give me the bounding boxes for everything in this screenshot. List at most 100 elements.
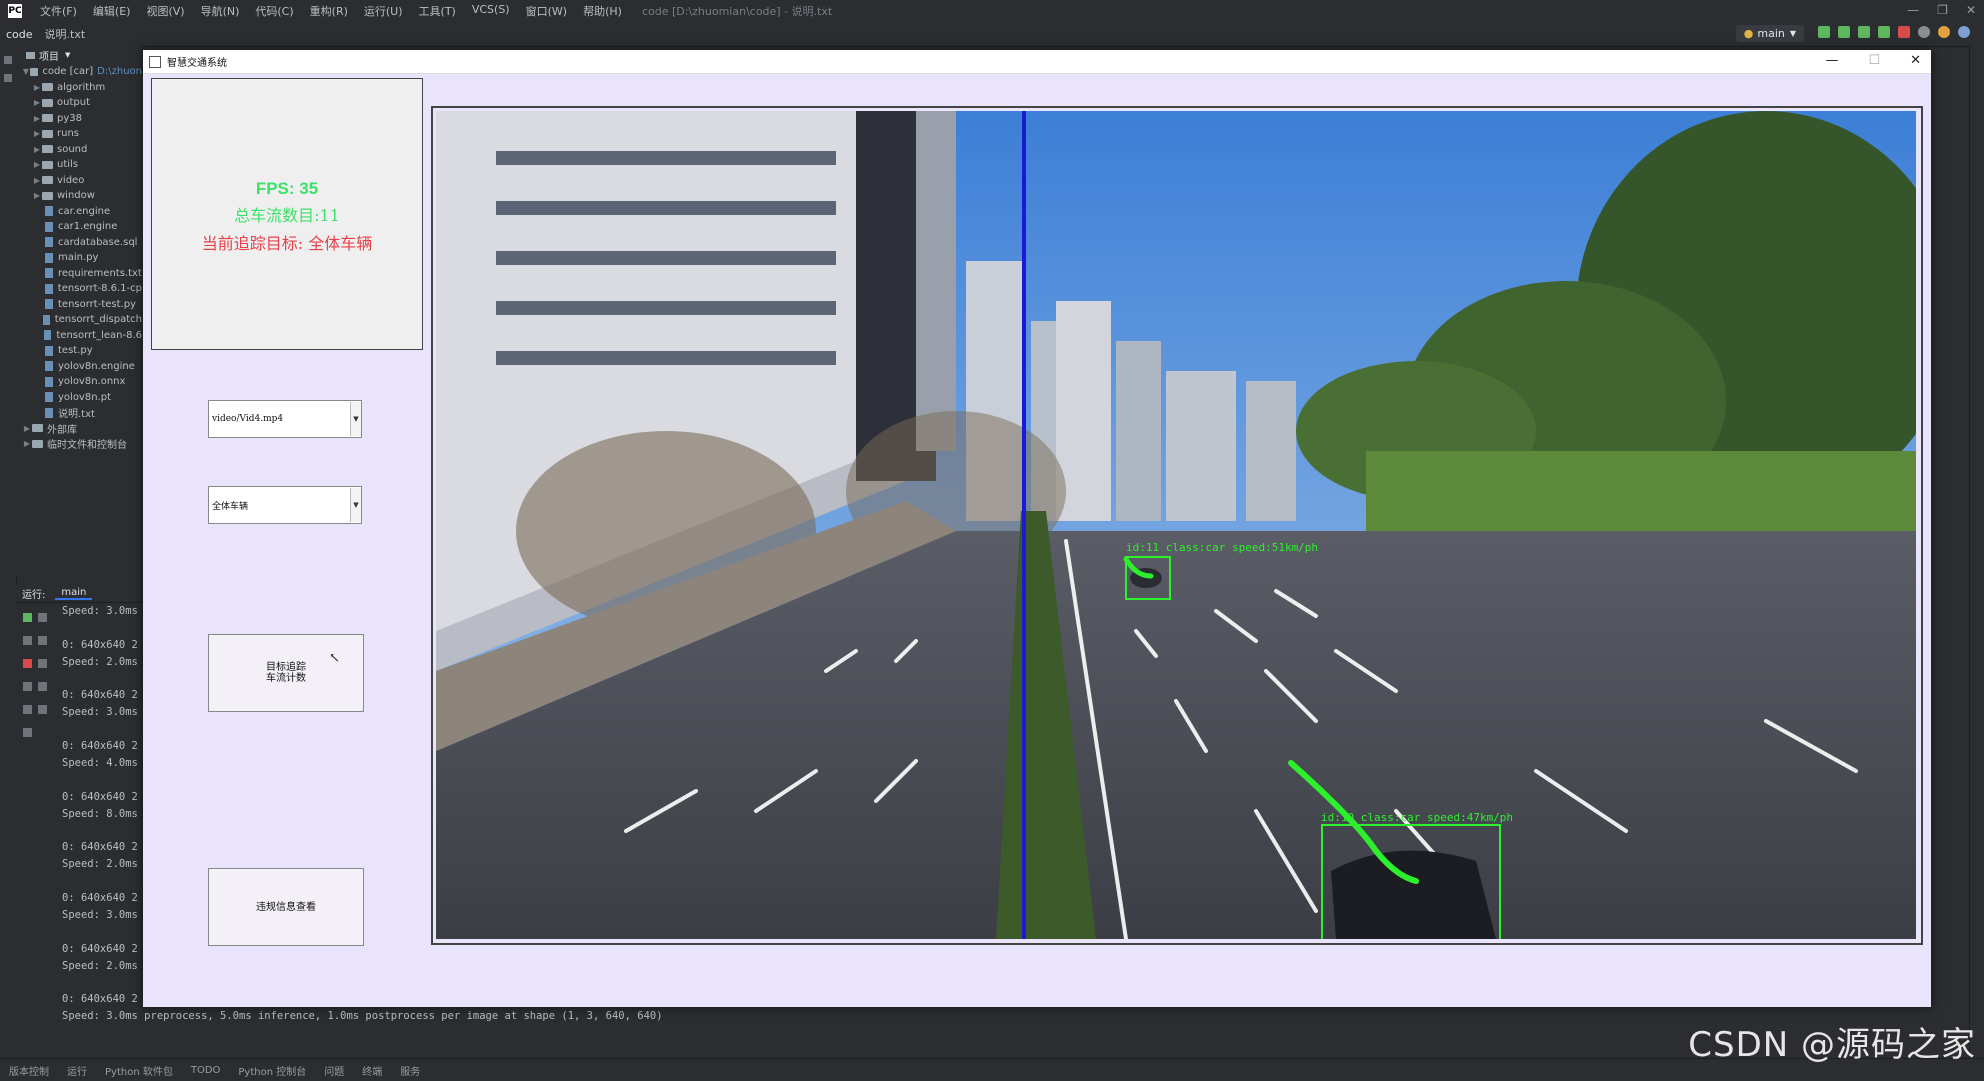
stop-icon[interactable]	[23, 659, 32, 668]
video-source-value: video/Vid4.mp4	[212, 414, 284, 424]
run-config-select[interactable]: ● main ▼	[1735, 25, 1804, 42]
rerun-icon[interactable]	[1818, 26, 1830, 38]
track-count-button[interactable]: 目标追踪 车流计数 ↖	[208, 634, 364, 712]
project-tree-item[interactable]: ▶ sound	[16, 142, 142, 158]
maximize-icon[interactable]: ❐	[1937, 3, 1948, 17]
project-tree-item[interactable]: tensorrt_lean-8.6	[16, 328, 142, 344]
project-tree-item[interactable]: ▶ window	[16, 188, 142, 204]
project-tree-item[interactable]: ▶ runs	[16, 126, 142, 142]
project-tree-item[interactable]: car1.engine	[16, 219, 142, 235]
file-icon	[44, 330, 52, 341]
project-tree-item[interactable]: ▶ py38	[16, 111, 142, 127]
video-source-select[interactable]: video/Vid4.mp4 ▼	[208, 400, 362, 438]
project-panel-header[interactable]: 项目 ▼	[16, 46, 142, 64]
bottom-tool-tab[interactable]: 版本控制	[0, 1063, 58, 1078]
menu-item[interactable]: VCS(S)	[464, 3, 518, 19]
chevron-down-icon[interactable]: ▼	[350, 402, 361, 436]
debug-icon[interactable]	[1838, 26, 1850, 38]
bottom-tool-tab[interactable]: 问题	[315, 1063, 353, 1078]
project-tree-item[interactable]: tensorrt-8.6.1-cp	[16, 281, 142, 297]
breadcrumb-file[interactable]: 说明.txt	[39, 26, 92, 42]
menu-item[interactable]: 工具(T)	[411, 3, 464, 19]
menu-item[interactable]: 代码(C)	[247, 3, 301, 19]
chevron-right-icon[interactable]: ▶	[22, 424, 32, 433]
close-icon[interactable]: ✕	[1966, 3, 1976, 17]
profile-icon[interactable]	[1878, 26, 1890, 38]
chevron-right-icon[interactable]: ▶	[32, 98, 42, 107]
project-tree-item[interactable]: tensorrt-test.py	[16, 297, 142, 313]
down-arrow-icon[interactable]	[38, 636, 47, 645]
project-tree-item[interactable]: test.py	[16, 343, 142, 359]
menu-item[interactable]: 运行(U)	[356, 3, 411, 19]
project-tree-item[interactable]: requirements.txt	[16, 266, 142, 282]
violation-info-button[interactable]: 违规信息查看	[208, 868, 364, 946]
bottom-tool-tab[interactable]: Python 控制台	[229, 1063, 315, 1078]
project-tool-icon[interactable]	[4, 56, 12, 64]
bottom-tool-tab[interactable]: TODO	[182, 1065, 230, 1076]
chevron-down-icon[interactable]: ▼	[22, 67, 30, 76]
project-tree-item[interactable]: ▼ code [car] D:\zhuon	[16, 64, 142, 80]
trash-icon[interactable]	[23, 728, 32, 737]
project-tree-item[interactable]: ▶ algorithm	[16, 80, 142, 96]
menu-item[interactable]: 帮助(H)	[575, 3, 630, 19]
target-class-select[interactable]: 全体车辆 ▼	[208, 486, 362, 524]
project-tree-item[interactable]: 说明.txt	[16, 405, 142, 421]
menu-item[interactable]: 窗口(W)	[518, 3, 575, 19]
project-tree-item[interactable]: ▶ utils	[16, 157, 142, 173]
rerun-icon[interactable]	[23, 613, 32, 622]
bottom-tool-tab[interactable]: 服务	[391, 1063, 429, 1078]
minimize-icon[interactable]: —	[1907, 3, 1919, 17]
chevron-down-icon[interactable]: ▼	[350, 488, 361, 522]
breadcrumb-project[interactable]: code	[0, 28, 39, 41]
app-title: 智慧交通系统	[167, 58, 227, 69]
chevron-right-icon[interactable]: ▶	[32, 114, 42, 123]
chevron-right-icon[interactable]: ▶	[22, 439, 32, 448]
menu-item[interactable]: 重构(R)	[302, 3, 356, 19]
fps-readout: FPS: 35	[255, 179, 319, 198]
project-tree-item[interactable]: yolov8n.pt	[16, 390, 142, 406]
layout-icon[interactable]	[23, 682, 32, 691]
bottom-tool-tab[interactable]: 运行	[58, 1063, 96, 1078]
menu-item[interactable]: 文件(F)	[32, 3, 85, 19]
chevron-right-icon[interactable]: ▶	[32, 176, 42, 185]
folder-icon	[42, 98, 53, 107]
chevron-right-icon[interactable]: ▶	[32, 83, 42, 92]
settings-icon[interactable]	[1958, 26, 1970, 38]
project-tree-item[interactable]: ▶ 临时文件和控制台	[16, 436, 142, 452]
search-icon[interactable]	[1918, 26, 1930, 38]
scroll-end-icon[interactable]	[38, 682, 47, 691]
chevron-right-icon[interactable]: ▶	[32, 191, 42, 200]
structure-tool-icon[interactable]	[4, 74, 12, 82]
up-arrow-icon[interactable]	[38, 613, 47, 622]
project-tree-item[interactable]: tensorrt_dispatch	[16, 312, 142, 328]
update-icon[interactable]	[1938, 26, 1950, 38]
wrench-icon[interactable]	[23, 636, 32, 645]
project-tree-item[interactable]: ▶ output	[16, 95, 142, 111]
wrap-icon[interactable]	[38, 659, 47, 668]
project-tree-item[interactable]: yolov8n.engine	[16, 359, 142, 375]
project-tree-item[interactable]: car.engine	[16, 204, 142, 220]
chevron-right-icon[interactable]: ▶	[32, 145, 42, 154]
project-tree-item[interactable]: cardatabase.sql	[16, 235, 142, 251]
file-icon	[45, 252, 53, 263]
print-icon[interactable]	[23, 705, 32, 714]
project-tree-item[interactable]: ▶ video	[16, 173, 142, 189]
menu-item[interactable]: 视图(V)	[138, 3, 192, 19]
chevron-right-icon[interactable]: ▶	[32, 160, 42, 169]
project-tree-item[interactable]: main.py	[16, 250, 142, 266]
project-tree-item[interactable]: yolov8n.onnx	[16, 374, 142, 390]
bottom-tool-tab[interactable]: Python 软件包	[96, 1063, 182, 1078]
bottom-tool-tab[interactable]: 终端	[353, 1063, 391, 1078]
close-icon[interactable]: ✕	[1910, 53, 1921, 68]
project-tree-item[interactable]: ▶ 外部库	[16, 421, 142, 437]
video-display: id:11 class:car speed:51km/ph id:10 clas…	[431, 106, 1923, 945]
minimize-icon[interactable]: —	[1825, 53, 1838, 68]
stop-icon[interactable]	[1898, 26, 1910, 38]
coverage-icon[interactable]	[1858, 26, 1870, 38]
menu-item[interactable]: 导航(N)	[193, 3, 248, 19]
run-tab-main[interactable]: main	[55, 587, 93, 600]
pin-icon[interactable]	[38, 705, 47, 714]
menu-item[interactable]: 编辑(E)	[85, 3, 139, 19]
maximize-icon[interactable]: ☐	[1868, 53, 1880, 68]
chevron-right-icon[interactable]: ▶	[32, 129, 42, 138]
